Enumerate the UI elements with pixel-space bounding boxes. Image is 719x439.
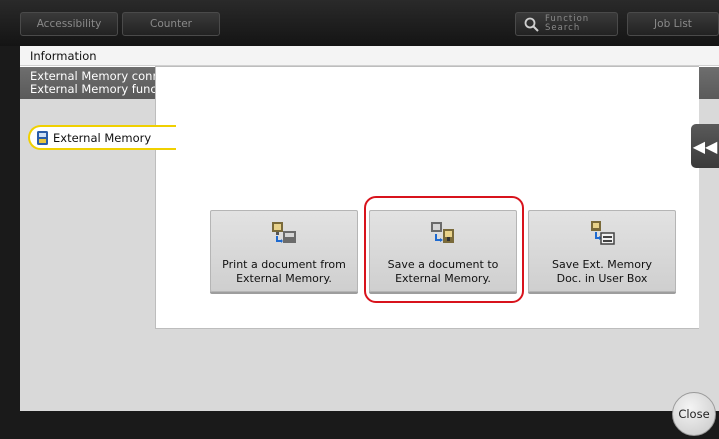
double-chevron-left-icon: ◀◀: [692, 136, 718, 156]
accessibility-button[interactable]: Accessibility: [20, 12, 118, 36]
function-search-button[interactable]: Function Search: [515, 12, 618, 36]
close-button[interactable]: Close: [672, 392, 716, 436]
search-icon: [524, 17, 539, 32]
print-from-memory-icon: [272, 222, 296, 243]
save-to-userbox-button[interactable]: Save Ext. Memory Doc. in User Box: [528, 210, 676, 292]
print-from-memory-button[interactable]: Print a document from External Memory.: [210, 210, 358, 292]
highlight-outline: [364, 196, 524, 303]
expand-panel-button[interactable]: ◀◀: [691, 124, 719, 168]
tab-label: External Memory: [53, 130, 152, 145]
dialog-title: Information: [20, 46, 719, 66]
print-from-memory-label: Print a document from External Memory.: [222, 258, 346, 285]
tab-external-memory[interactable]: External Memory: [28, 125, 176, 150]
save-to-userbox-icon: [591, 221, 615, 245]
function-search-label: Function Search: [545, 14, 590, 33]
job-list-button[interactable]: Job List: [627, 12, 719, 36]
save-to-userbox-label: Save Ext. Memory Doc. in User Box: [552, 258, 652, 285]
counter-button[interactable]: Counter: [122, 12, 220, 36]
usb-memory-icon: [36, 130, 49, 145]
top-bar: Accessibility Counter Function Search Jo…: [0, 0, 719, 46]
